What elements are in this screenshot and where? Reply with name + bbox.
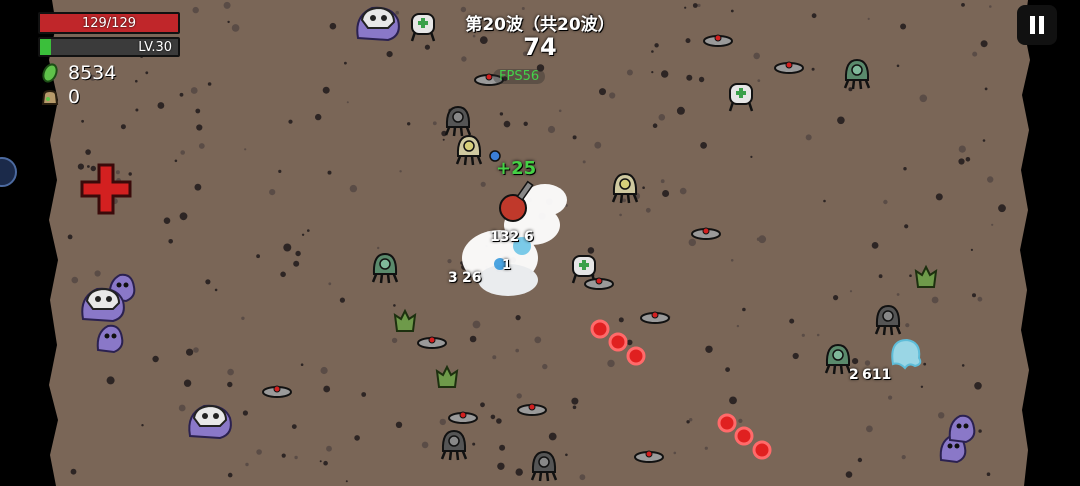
landmine <box>634 450 664 463</box>
damage-number: 26 <box>462 270 482 286</box>
materials-counter: 8534 <box>40 62 116 84</box>
landmine <box>517 403 547 416</box>
landmine <box>448 411 478 424</box>
skull-enemy <box>81 287 125 323</box>
landmine <box>703 34 733 47</box>
landmine <box>774 61 804 74</box>
edge-button[interactable] <box>0 157 17 187</box>
bag-counter: 0 <box>40 86 80 108</box>
pause-button[interactable] <box>1017 5 1057 45</box>
wave-timer: 74 <box>523 33 557 61</box>
hp-bar: 129/129 <box>38 12 180 34</box>
ghost-enemy <box>891 338 922 370</box>
heal-number: +25 <box>496 158 537 179</box>
landmine <box>584 277 614 290</box>
damage-number: 6 <box>524 229 534 245</box>
level-text: LV.30 <box>138 39 172 55</box>
wave-text: 第20波（共20波） <box>465 15 615 35</box>
fps-counter: FPS56 <box>493 69 546 84</box>
skull-enemy <box>356 6 400 42</box>
damage-number: 1 <box>502 258 512 273</box>
damage-number: 2 <box>849 367 859 383</box>
landmine <box>417 336 447 349</box>
landmine <box>262 385 292 398</box>
xp-bar: LV.30 <box>38 37 180 57</box>
green-material-icon <box>42 63 58 83</box>
hp-text: 129/129 <box>81 15 136 31</box>
damage-number: 611 <box>862 367 892 383</box>
bag-icon <box>41 89 59 105</box>
xp-bar-fill <box>40 39 52 55</box>
damage-number: 132 <box>490 229 520 245</box>
damage-number: 3 <box>448 270 458 286</box>
pause-icon <box>1030 16 1044 34</box>
landmine <box>640 311 670 324</box>
skull-enemy <box>188 404 232 440</box>
game-screen: 129/129 LV.30 8534 0 第20波（共20波） 74 FPS56… <box>0 0 1080 486</box>
materials-count: 8534 <box>68 62 117 84</box>
landmine <box>691 227 721 240</box>
bag-count: 0 <box>68 86 81 108</box>
